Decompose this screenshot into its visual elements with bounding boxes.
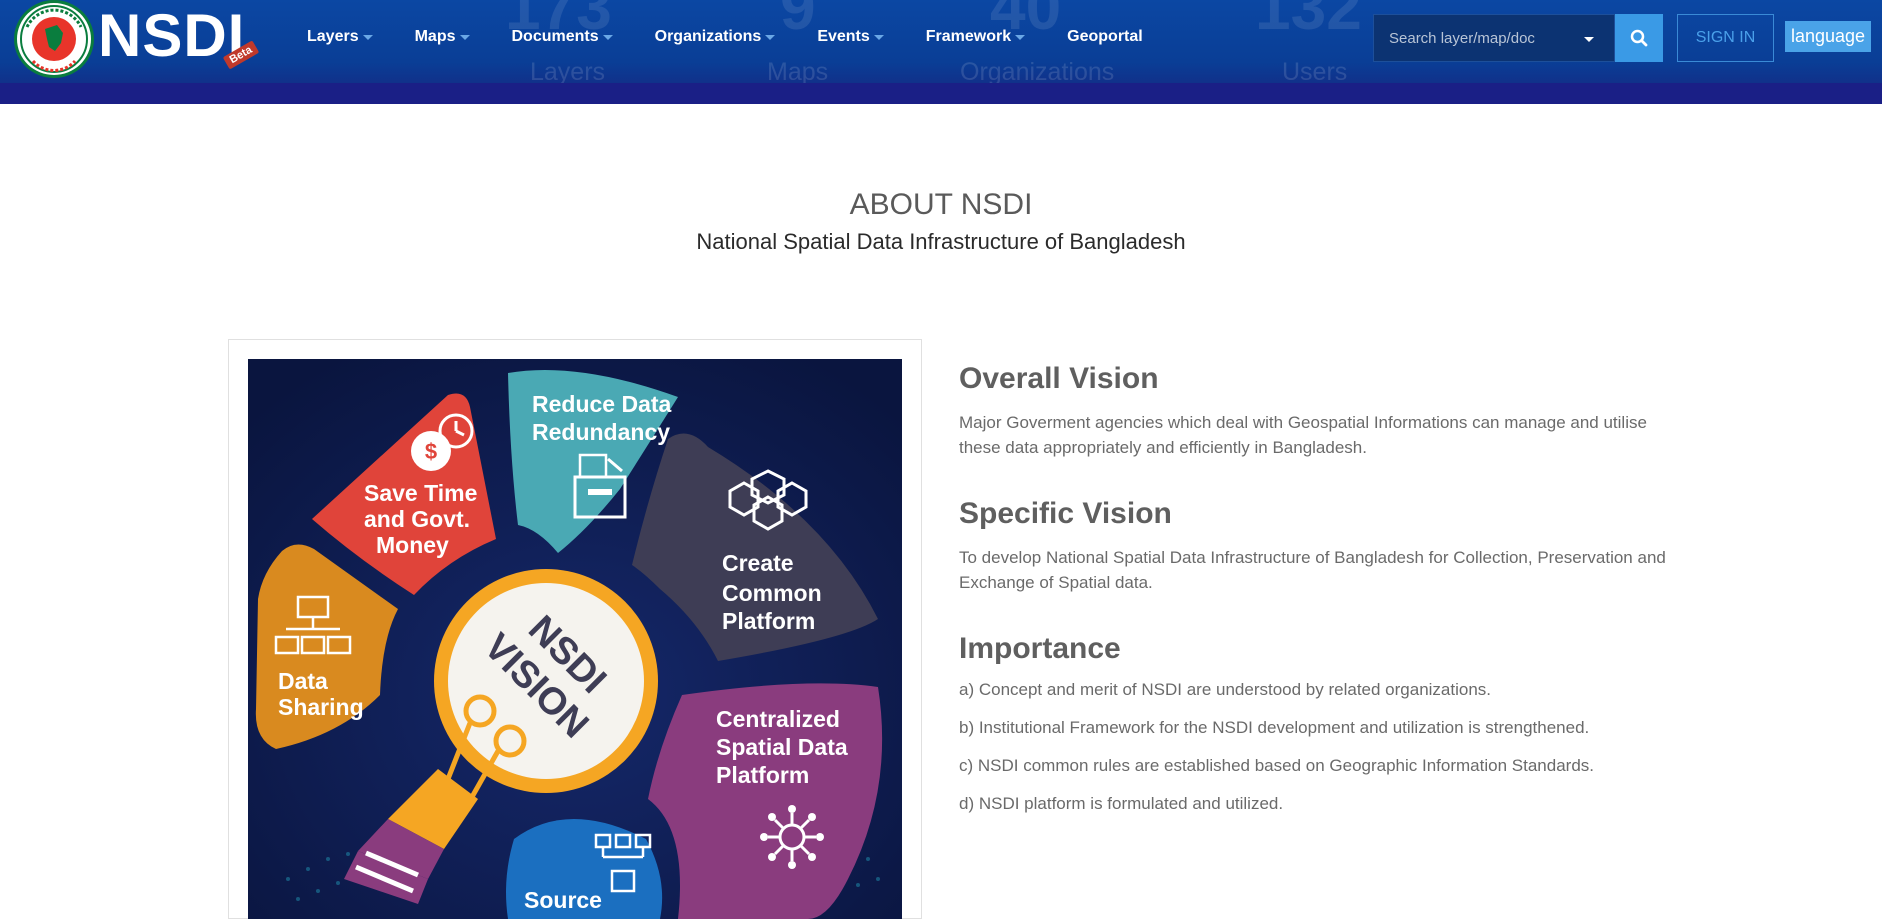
search-type-dropdown-icon[interactable] xyxy=(1584,37,1594,42)
overall-vision-heading: Overall Vision xyxy=(959,362,1159,395)
search-button[interactable] xyxy=(1615,14,1663,62)
nav-events[interactable]: Events xyxy=(817,26,884,48)
site-logo[interactable]: NSDI Beta xyxy=(14,0,264,80)
search-input[interactable] xyxy=(1374,29,1574,47)
nav-geoportal[interactable]: Geoportal xyxy=(1067,26,1143,48)
chevron-down-icon xyxy=(1015,34,1026,40)
nav-documents-label: Documents xyxy=(511,28,599,45)
specific-vision-heading: Specific Vision xyxy=(959,497,1172,530)
svg-text:Sharing: Sharing xyxy=(278,694,364,720)
svg-text:and Govt.: and Govt. xyxy=(364,506,470,532)
chevron-down-icon xyxy=(459,34,470,40)
importance-item: a) Concept and merit of NSDI are underst… xyxy=(959,680,1492,699)
govt-seal-icon xyxy=(14,0,94,78)
about-title: ABOUT NSDI xyxy=(849,188,1033,221)
about-subtitle: National Spatial Data Infrastructure of … xyxy=(696,229,1186,254)
importance-item: b) Institutional Framework for the NSDI … xyxy=(959,718,1590,737)
svg-text:Platform: Platform xyxy=(716,762,809,788)
svg-text:Spatial Data: Spatial Data xyxy=(716,734,848,760)
nav-organizations-label: Organizations xyxy=(654,28,762,45)
petal-save-time-line1: Save Time xyxy=(364,480,477,506)
svg-text:Data: Data xyxy=(278,668,328,694)
main-nav: Layers Maps Documents Organizations Even… xyxy=(307,26,1185,48)
nav-layers-label: Layers xyxy=(307,28,359,45)
nav-maps[interactable]: Maps xyxy=(415,26,470,48)
nav-framework[interactable]: Framework xyxy=(925,26,1026,48)
svg-text:Redundancy: Redundancy xyxy=(532,419,670,445)
nav-framework-label: Framework xyxy=(925,28,1012,45)
svg-text:Platform: Platform xyxy=(722,608,815,634)
language-button[interactable]: language xyxy=(1785,21,1871,52)
svg-text:Source: Source xyxy=(524,887,602,913)
importance-heading: Importance xyxy=(959,632,1121,665)
svg-text:Centralized: Centralized xyxy=(716,706,840,732)
importance-item: d) NSDI platform is formulated and utili… xyxy=(959,794,1284,813)
vision-content: Overall Vision Major Goverment agencies … xyxy=(959,362,1679,830)
svg-text:Create: Create xyxy=(722,550,794,576)
nav-maps-label: Maps xyxy=(414,28,456,45)
nav-organizations[interactable]: Organizations xyxy=(655,26,776,48)
search-box xyxy=(1373,14,1615,62)
nav-documents[interactable]: Documents xyxy=(512,26,613,48)
chevron-down-icon xyxy=(362,34,373,40)
nav-geoportal-label: Geoportal xyxy=(1067,28,1143,45)
chevron-down-icon xyxy=(873,34,884,40)
importance-item: c) NSDI common rules are established bas… xyxy=(959,756,1594,775)
overall-vision-text: Major Goverment agencies which deal with… xyxy=(959,413,1647,457)
petal-source: Source xyxy=(506,819,663,919)
svg-text:Reduce Data: Reduce Data xyxy=(532,391,672,417)
vision-image-card: $ Save Time and Govt. Money Reduce Data … xyxy=(228,339,922,919)
nav-events-label: Events xyxy=(817,28,870,45)
specific-vision-text: To develop National Spatial Data Infrast… xyxy=(959,548,1666,592)
svg-text:Money: Money xyxy=(376,532,449,558)
search-icon xyxy=(1630,29,1648,47)
svg-text:$: $ xyxy=(425,439,437,464)
chevron-down-icon xyxy=(602,34,613,40)
hero-strip xyxy=(0,83,1882,104)
svg-text:Common: Common xyxy=(722,580,822,606)
nav-layers[interactable]: Layers xyxy=(307,26,373,48)
top-navbar: NSDI Beta Layers Maps Documents Organiza… xyxy=(0,0,1882,83)
sign-in-button[interactable]: SIGN IN xyxy=(1677,14,1774,62)
chevron-down-icon xyxy=(765,34,776,40)
nsdi-vision-infographic: $ Save Time and Govt. Money Reduce Data … xyxy=(248,359,902,919)
